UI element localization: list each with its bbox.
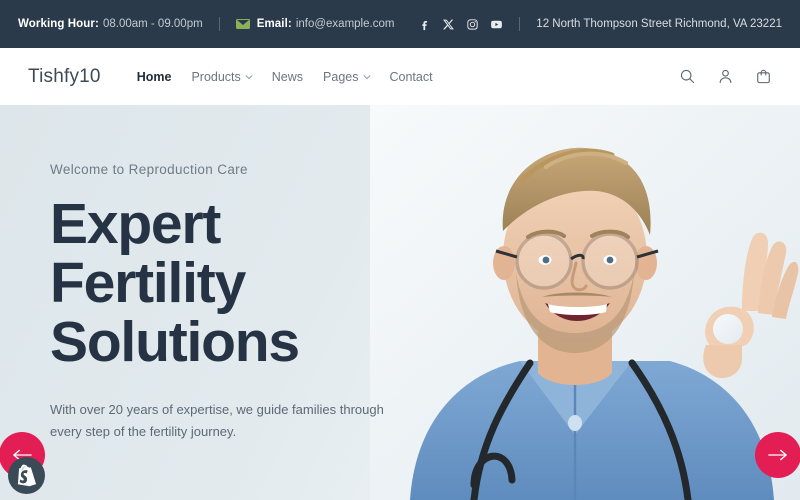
- social-links: [418, 18, 503, 31]
- nav-item-contact[interactable]: Contact: [390, 70, 433, 84]
- nav-item-pages[interactable]: Pages: [323, 69, 371, 84]
- main-navigation: Home Products News Pages Contact: [137, 70, 433, 84]
- hero-headline-line-1: Expert: [50, 191, 221, 256]
- nav-item-news[interactable]: News: [272, 70, 303, 84]
- chevron-down-icon: [245, 73, 253, 80]
- nav-label-contact: Contact: [389, 69, 433, 84]
- nav-item-products[interactable]: Products: [191, 69, 253, 84]
- hero-carousel: Welcome to Reproduction Care Expert Fert…: [0, 105, 800, 500]
- nav-label-pages: Pages: [323, 69, 359, 84]
- carousel-next-button[interactable]: [755, 432, 800, 478]
- facebook-icon[interactable]: [418, 18, 431, 31]
- topbar-left-group: Working Hour: 08.00am - 09.00pm Email: i…: [18, 17, 394, 31]
- youtube-icon[interactable]: [490, 18, 503, 31]
- instagram-icon[interactable]: [466, 18, 479, 31]
- cart-icon[interactable]: [755, 68, 772, 85]
- hero-headline-line-2: Fertility: [50, 251, 246, 315]
- hero-image: [370, 105, 800, 500]
- nav-label-products: Products: [191, 69, 241, 84]
- nav-item-home[interactable]: Home: [137, 70, 172, 84]
- x-twitter-icon[interactable]: [442, 18, 455, 31]
- topbar-right-group: 12 North Thompson Street Richmond, VA 23…: [418, 17, 782, 31]
- shopify-icon: [17, 464, 37, 487]
- nav-label-home: Home: [136, 69, 172, 84]
- hero-headline-line-3: Solutions: [50, 310, 300, 375]
- shopify-badge[interactable]: [8, 457, 45, 494]
- address-text: 12 North Thompson Street Richmond, VA 23…: [536, 18, 782, 30]
- arrow-right-icon: [768, 449, 787, 461]
- hero-headline: Expert Fertility Solutions: [50, 191, 410, 375]
- topbar-divider: [218, 17, 220, 31]
- email-value[interactable]: info@example.com: [296, 18, 395, 30]
- hero-eyebrow: Welcome to Reproduction Care: [50, 161, 248, 177]
- email-label: Email:: [256, 18, 292, 30]
- envelope-icon: [235, 19, 250, 29]
- site-header: Tishfy10 Home Products News Pages Contac…: [0, 48, 800, 105]
- working-hour-label: Working Hour:: [18, 18, 99, 30]
- account-icon[interactable]: [717, 68, 734, 85]
- hero-subcopy: With over 20 years of expertise, we guid…: [50, 401, 384, 439]
- top-utility-bar: Working Hour: 08.00am - 09.00pm Email: i…: [0, 0, 800, 48]
- chevron-down-icon: [362, 73, 371, 80]
- working-hour-value: 08.00am - 09.00pm: [102, 18, 203, 30]
- doctor-photo-illustration: [370, 105, 800, 500]
- site-logo[interactable]: Tishfy10: [28, 66, 101, 88]
- topbar-divider-2: [519, 17, 521, 31]
- nav-label-news: News: [271, 69, 304, 84]
- hero-copy: Welcome to Reproduction Care Expert Fert…: [50, 105, 410, 500]
- header-actions: [679, 68, 772, 85]
- search-icon[interactable]: [679, 68, 696, 85]
